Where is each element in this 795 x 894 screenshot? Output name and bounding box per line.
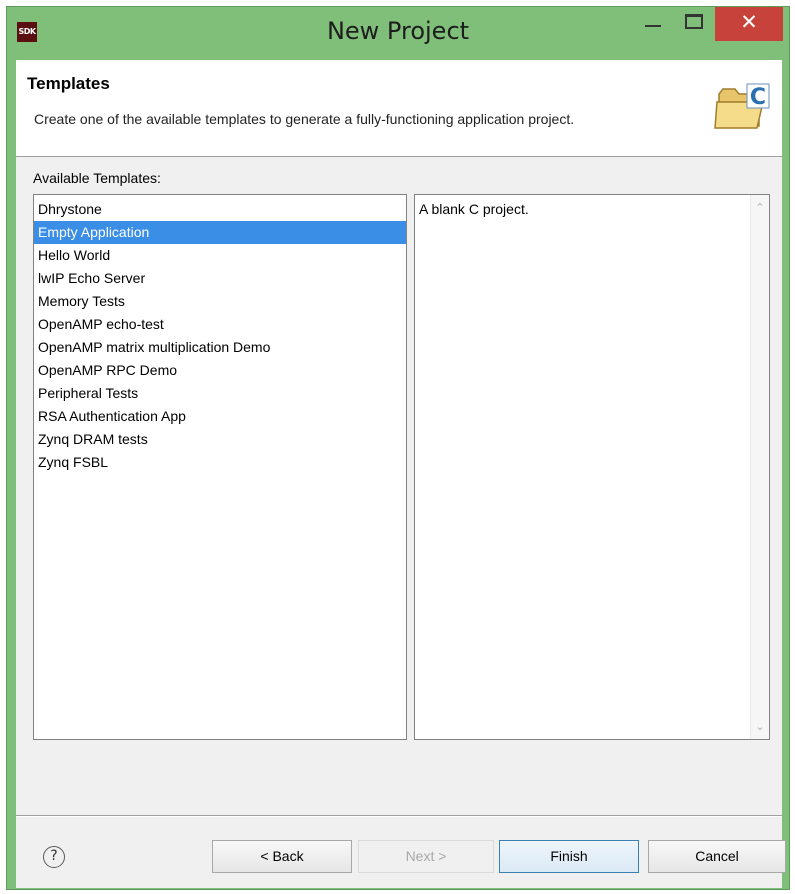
template-list-item[interactable]: OpenAMP echo-test — [34, 313, 406, 336]
template-description-pane: A blank C project. ⌃ ⌄ — [414, 194, 770, 740]
close-icon: ✕ — [740, 10, 758, 34]
template-list-item[interactable]: Peripheral Tests — [34, 382, 406, 405]
template-list-item[interactable]: Dhrystone — [34, 198, 406, 221]
minimize-icon — [645, 25, 661, 27]
header-banner: Templates Create one of the available te… — [16, 60, 782, 157]
banner-description: Create one of the available templates to… — [34, 111, 575, 127]
scroll-up-icon[interactable]: ⌃ — [751, 201, 769, 214]
template-list-item[interactable]: Hello World — [34, 244, 406, 267]
template-description-text: A blank C project. — [419, 201, 529, 217]
banner-title: Templates — [27, 74, 110, 93]
title-bar[interactable]: SDK New Project ✕ — [7, 7, 789, 59]
button-bar-separator — [16, 815, 782, 817]
template-list-item[interactable]: Memory Tests — [34, 290, 406, 313]
maximize-button[interactable] — [674, 7, 714, 41]
template-list-item[interactable]: OpenAMP matrix multiplication Demo — [34, 336, 406, 359]
close-button[interactable]: ✕ — [715, 7, 783, 41]
template-list[interactable]: Dhrystone Empty Application Hello World lwI… — [33, 194, 407, 740]
cancel-button[interactable]: Cancel — [648, 840, 786, 873]
template-list-item[interactable]: RSA Authentication App — [34, 405, 406, 428]
template-list-item[interactable]: OpenAMP RPC Demo — [34, 359, 406, 382]
dialog-body: Templates Create one of the available te… — [16, 60, 786, 888]
template-list-item[interactable]: lwIP Echo Server — [34, 267, 406, 290]
available-templates-label: Available Templates: — [33, 170, 161, 186]
new-project-window: SDK New Project ✕ Templates Create one o… — [6, 6, 790, 890]
maximize-icon — [685, 14, 703, 29]
description-scrollbar[interactable]: ⌃ ⌄ — [750, 195, 769, 739]
template-list-item[interactable]: Zynq FSBL — [34, 451, 406, 474]
svg-text:C: C — [750, 85, 766, 110]
template-list-item[interactable]: Empty Application — [34, 221, 406, 244]
template-list-item[interactable]: Zynq DRAM tests — [34, 428, 406, 451]
help-icon[interactable]: ? — [43, 846, 65, 868]
scroll-down-icon[interactable]: ⌄ — [751, 720, 769, 733]
back-button[interactable]: < Back — [212, 840, 352, 873]
finish-button[interactable]: Finish — [499, 840, 639, 873]
minimize-button[interactable] — [635, 7, 673, 41]
next-button: Next > — [358, 840, 494, 873]
c-project-folder-icon: C — [714, 83, 770, 129]
